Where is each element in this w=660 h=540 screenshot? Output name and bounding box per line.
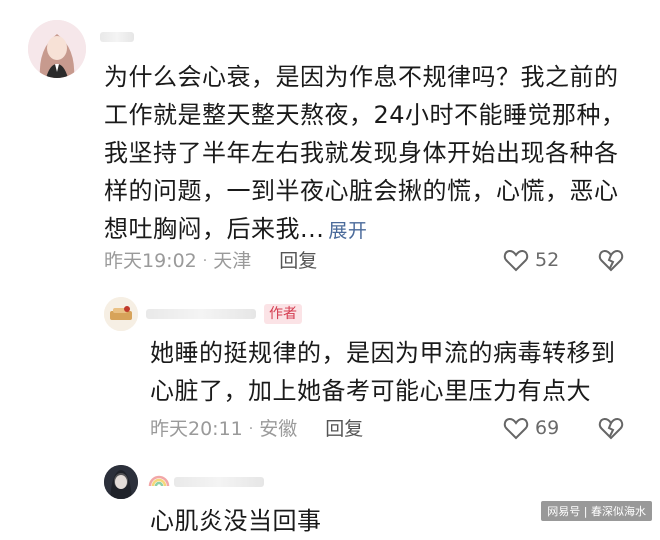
avatar[interactable] (104, 297, 138, 331)
username-blurred[interactable] (174, 477, 264, 487)
comment-location: 天津 (213, 250, 252, 272)
reply-button[interactable]: 回复 (325, 417, 363, 441)
comment-text: 为什么会心衰，是因为作息不规律吗？我之前的 工作就是整天整天熬夜，24小时不能睡… (104, 63, 626, 243)
comment-text: 她睡的挺规律的，是因为甲流的病毒转移到 心脏了，加上她备考可能心里压力有点大 (150, 339, 616, 405)
reply-button[interactable]: 回复 (279, 249, 317, 273)
comment-meta: 昨天20:11 · 安徽 回复 (150, 417, 363, 441)
avatar[interactable] (28, 20, 86, 78)
watermark: 网易号 | 春深似海水 (541, 501, 652, 521)
like-button[interactable]: 52 (503, 248, 559, 272)
like-button[interactable]: 69 (503, 416, 559, 440)
expand-link[interactable]: 展开 (328, 220, 367, 242)
like-count: 69 (535, 417, 560, 439)
avatar[interactable] (104, 465, 138, 499)
username-blurred[interactable] (100, 32, 134, 42)
separator-dot: · (248, 421, 254, 437)
dislike-button[interactable] (598, 248, 624, 276)
username-blurred[interactable] (146, 309, 256, 319)
comment-time: 昨天19:02 (104, 250, 197, 272)
comment-location: 安徽 (259, 418, 298, 440)
heart-outline-icon (503, 249, 529, 272)
comment-text: 心肌炎没当回事 (150, 507, 322, 535)
comment-time: 昨天20:11 (150, 418, 243, 440)
rainbow-badge-icon (148, 472, 170, 492)
dislike-button[interactable] (598, 416, 624, 444)
like-count: 52 (535, 249, 560, 271)
broken-heart-icon (598, 249, 624, 272)
heart-outline-icon (503, 417, 529, 440)
broken-heart-icon (598, 417, 624, 440)
separator-dot: · (202, 253, 208, 269)
comment-meta: 昨天19:02 · 天津 回复 (104, 249, 317, 273)
author-badge: 作者 (264, 304, 302, 324)
